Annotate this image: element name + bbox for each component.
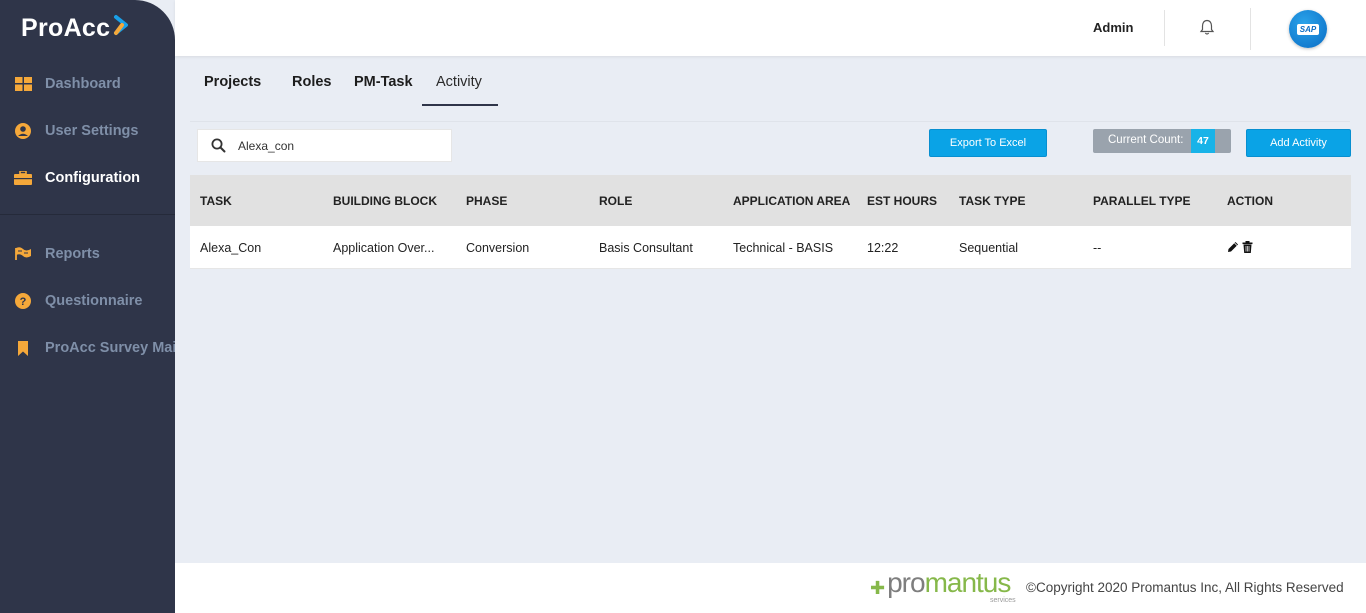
sidebar-item-questionnaire[interactable]: ? Questionnaire — [0, 286, 175, 316]
current-count-value: 47 — [1191, 129, 1215, 153]
column-header-est-hours[interactable]: EST HOURS — [867, 194, 937, 208]
footer: ✚ pro mantus services ©Copyright 2020 Pr… — [175, 563, 1366, 613]
dashboard-grid-icon — [14, 75, 32, 93]
tab-pm-task[interactable]: PM-Task — [354, 74, 413, 90]
brand-services-text: services — [990, 597, 1016, 604]
brand-plus-icon: ✚ — [870, 578, 886, 598]
trash-icon[interactable] — [1242, 241, 1253, 253]
export-to-excel-button[interactable]: Export To Excel — [929, 129, 1047, 157]
app-logo[interactable]: ProAcc — [21, 14, 131, 43]
question-circle-icon: ? — [14, 292, 32, 310]
cell-building-block: Application Over... — [333, 241, 435, 255]
column-header-building-block[interactable]: BUILDING BLOCK — [333, 194, 437, 208]
logo-text: ProAcc — [21, 14, 111, 42]
cell-parallel-type: -- — [1093, 241, 1102, 255]
avatar-text: SAP — [1296, 23, 1320, 35]
column-header-action: ACTION — [1227, 194, 1273, 208]
active-tab-indicator — [422, 104, 498, 106]
svg-text:?: ? — [20, 296, 27, 308]
tab-activity[interactable]: Activity — [436, 74, 482, 90]
sidebar-item-user-settings[interactable]: User Settings — [0, 116, 175, 146]
logo-chevron-icon — [113, 14, 131, 43]
add-activity-button[interactable]: Add Activity — [1246, 129, 1351, 157]
pencil-icon[interactable] — [1227, 241, 1239, 253]
cell-role: Basis Consultant — [599, 241, 693, 255]
cell-task: Alexa_Con — [200, 241, 262, 255]
user-name[interactable]: Admin — [1093, 20, 1133, 35]
search-input[interactable] — [238, 137, 438, 155]
column-header-parallel-type[interactable]: PARALLEL TYPE — [1093, 194, 1191, 208]
brand-mantus-text: mantus — [924, 567, 1012, 598]
flag-icon — [14, 245, 32, 263]
copyright-text: ©Copyright 2020 Promantus Inc, All Right… — [1026, 580, 1344, 595]
table-header: TASK BUILDING BLOCK PHASE ROLE APPLICATI… — [190, 175, 1351, 226]
column-header-phase[interactable]: PHASE — [466, 194, 507, 208]
sidebar: ProAcc Dashboard User Settings Configura… — [0, 0, 175, 613]
current-count-badge: Current Count: 47 — [1093, 129, 1231, 153]
table-row: Alexa_Con Application Over... Conversion… — [190, 226, 1351, 269]
sidebar-item-survey-mail[interactable]: ProAcc Survey Mail — [0, 333, 175, 363]
avatar[interactable]: SAP — [1289, 10, 1327, 48]
sidebar-item-label: ProAcc Survey Mail — [45, 340, 175, 356]
sidebar-item-dashboard[interactable]: Dashboard — [0, 69, 175, 99]
cell-phase: Conversion — [466, 241, 530, 255]
column-header-task-type[interactable]: TASK TYPE — [959, 194, 1025, 208]
header-divider — [1164, 10, 1165, 46]
bookmark-icon — [14, 339, 32, 357]
cell-application-area: Technical - BASIS — [733, 241, 834, 255]
config-tabs: Projects Roles PM-Task Activity — [190, 56, 1350, 122]
sidebar-item-label: Questionnaire — [45, 293, 143, 309]
column-header-task[interactable]: TASK — [200, 194, 232, 208]
sidebar-item-label: User Settings — [45, 123, 139, 139]
search-box — [197, 129, 452, 162]
cell-task-type: Sequential — [959, 241, 1019, 255]
bell-icon[interactable] — [1199, 19, 1215, 41]
header-divider — [1250, 8, 1251, 50]
sidebar-item-label: Configuration — [45, 170, 141, 186]
cell-est-hours: 12:22 — [867, 241, 899, 255]
search-icon — [211, 138, 226, 158]
promantus-logo: ✚ pro mantus — [870, 567, 1012, 598]
top-header: Admin SAP — [175, 0, 1366, 56]
brand-pro-text: pro — [887, 567, 925, 598]
tab-roles[interactable]: Roles — [292, 74, 332, 90]
tab-projects[interactable]: Projects — [204, 74, 261, 90]
current-count-label: Current Count: — [1108, 134, 1184, 146]
sidebar-item-label: Dashboard — [45, 76, 121, 92]
sidebar-item-configuration[interactable]: Configuration — [0, 163, 175, 193]
sidebar-divider — [0, 214, 175, 215]
sidebar-item-label: Reports — [45, 246, 100, 262]
column-header-role[interactable]: ROLE — [599, 194, 632, 208]
sidebar-item-reports[interactable]: Reports — [0, 239, 175, 269]
briefcase-icon — [14, 169, 32, 187]
user-circle-icon — [14, 122, 32, 140]
row-actions — [1227, 241, 1253, 253]
column-header-application-area[interactable]: APPLICATION AREA — [733, 194, 850, 208]
